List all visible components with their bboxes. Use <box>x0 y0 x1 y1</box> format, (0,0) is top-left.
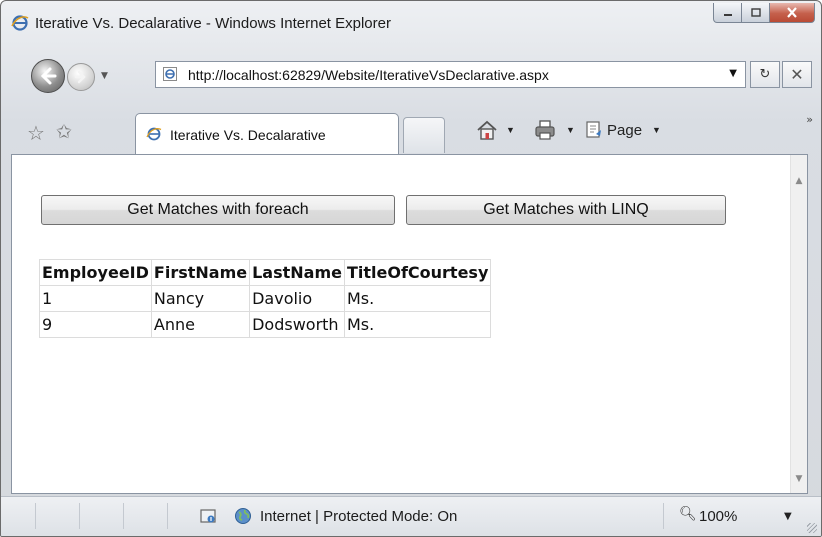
recent-pages-dropdown-icon[interactable]: ▼ <box>101 71 108 81</box>
print-dropdown-icon[interactable]: ▼ <box>566 125 575 135</box>
address-dropdown-icon[interactable]: ▼ <box>729 68 737 79</box>
cell-last-name: Davolio <box>249 285 345 312</box>
zoom-dropdown-icon[interactable]: ▼ <box>784 511 792 522</box>
tab-active[interactable]: Iterative Vs. Decalarative <box>135 113 399 155</box>
grid-header-row: EmployeeID FirstName LastName TitleOfCou… <box>39 259 492 286</box>
print-icon[interactable] <box>533 119 557 141</box>
status-divider <box>123 503 124 529</box>
status-bar: Internet | Protected Mode: On 🔍︎ 100% ▼ <box>1 496 821 536</box>
back-button[interactable] <box>31 59 65 93</box>
magnifier-icon: 🔍︎ <box>679 506 697 522</box>
get-matches-foreach-button[interactable]: Get Matches with foreach <box>41 195 395 225</box>
cell-title-of-courtesy: Ms. <box>343 311 492 338</box>
scroll-down-icon[interactable]: ▼ <box>791 471 807 487</box>
ie-page-icon <box>146 127 162 141</box>
browser-window: Iterative Vs. Decalarative - Windows Int… <box>0 0 822 537</box>
forward-arrow-icon <box>74 70 86 84</box>
globe-icon <box>235 508 251 524</box>
close-button[interactable] <box>770 3 815 23</box>
title-bar: Iterative Vs. Decalarative - Windows Int… <box>1 1 821 49</box>
forward-button[interactable] <box>67 63 95 91</box>
maximize-button[interactable] <box>742 3 770 23</box>
add-favorites-icon[interactable]: ✩ <box>56 121 72 143</box>
page-menu-dropdown-icon[interactable]: ▼ <box>652 125 661 135</box>
stop-button[interactable]: ✕ <box>782 61 812 88</box>
cell-last-name: Dodsworth <box>249 311 345 338</box>
maximize-icon <box>750 8 761 17</box>
more-commands-icon[interactable]: » <box>806 113 813 126</box>
vertical-scrollbar[interactable]: ▲ ▼ <box>790 155 807 493</box>
header-first-name: FirstName <box>150 259 251 286</box>
table-row: 1 Nancy Davolio Ms. <box>39 285 492 312</box>
cell-title-of-courtesy: Ms. <box>343 285 492 312</box>
cell-first-name: Anne <box>150 311 251 338</box>
header-title-of-courtesy: TitleOfCourtesy <box>343 259 492 286</box>
stop-icon: ✕ <box>790 65 804 84</box>
favorites-star-icon[interactable]: ☆ <box>27 121 45 145</box>
page-icon[interactable] <box>584 120 604 140</box>
ie-logo-icon <box>11 15 29 31</box>
table-row: 9 Anne Dodsworth Ms. <box>39 311 492 338</box>
zone-settings-icon[interactable] <box>199 507 217 525</box>
header-last-name: LastName <box>249 259 345 286</box>
minimize-icon <box>723 13 732 16</box>
page-favicon-icon <box>163 67 177 81</box>
close-icon <box>787 7 797 18</box>
employees-grid: EmployeeID FirstName LastName TitleOfCou… <box>39 259 492 338</box>
home-icon[interactable] <box>475 119 499 141</box>
window-title: Iterative Vs. Decalarative - Windows Int… <box>35 15 391 32</box>
home-dropdown-icon[interactable]: ▼ <box>506 125 515 135</box>
caption-buttons <box>713 3 815 23</box>
cell-employee-id: 9 <box>39 311 152 338</box>
minimize-button[interactable] <box>713 3 742 23</box>
refresh-icon: ↻ <box>759 67 771 82</box>
new-tab-button[interactable] <box>403 117 445 153</box>
cell-first-name: Nancy <box>150 285 251 312</box>
status-divider <box>79 503 80 529</box>
status-divider <box>35 503 36 529</box>
get-matches-linq-button[interactable]: Get Matches with LINQ <box>406 195 726 225</box>
refresh-button[interactable]: ↻ <box>750 61 780 88</box>
zoom-level[interactable]: 100% <box>699 508 737 525</box>
zone-status-text[interactable]: Internet | Protected Mode: On <box>260 508 457 525</box>
address-url[interactable]: http://localhost:62829/Website/Iterative… <box>188 67 549 83</box>
back-arrow-icon <box>40 67 57 85</box>
header-employee-id: EmployeeID <box>39 259 152 286</box>
page-menu[interactable]: Page <box>607 122 642 139</box>
page-content: Get Matches with foreach Get Matches wit… <box>11 154 808 494</box>
resize-grip[interactable] <box>807 523 817 533</box>
status-divider <box>167 503 168 529</box>
status-divider <box>663 503 664 529</box>
address-bar[interactable]: http://localhost:62829/Website/Iterative… <box>155 61 746 88</box>
cell-employee-id: 1 <box>39 285 152 312</box>
tab-label: Iterative Vs. Decalarative <box>170 127 326 143</box>
scroll-up-icon[interactable]: ▲ <box>791 173 807 189</box>
